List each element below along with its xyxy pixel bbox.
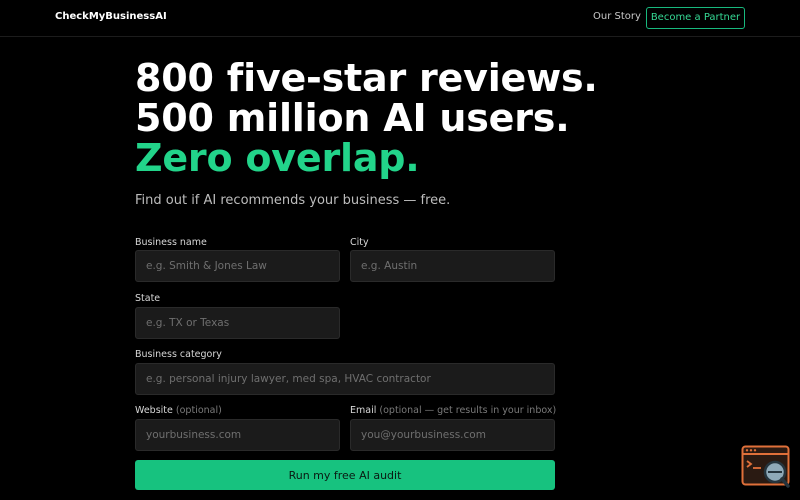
- email-optional-hint: (optional — get results in your inbox): [379, 405, 557, 416]
- category-input[interactable]: [135, 363, 555, 395]
- state-label: State: [135, 293, 161, 304]
- website-optional-hint: (optional): [175, 405, 222, 416]
- become-partner-button[interactable]: Become a Partner: [646, 7, 745, 29]
- email-label-text: Email: [350, 405, 377, 416]
- top-nav-bar: CheckMyBusinessAI Our Story Become a Par…: [0, 0, 800, 37]
- brand-logo[interactable]: CheckMyBusinessAI: [55, 11, 167, 22]
- city-label: City: [350, 237, 369, 248]
- email-label: Email (optional — get results in your in…: [350, 405, 556, 416]
- city-input[interactable]: [350, 250, 555, 282]
- website-label: Website (optional): [135, 405, 222, 416]
- website-input[interactable]: [135, 419, 340, 451]
- state-input[interactable]: [135, 307, 340, 339]
- terminal-search-icon: [741, 445, 790, 488]
- hero-headline: 800 five-star reviews. 500 million AI us…: [135, 58, 755, 178]
- headline-line-2: 500 million AI users.: [135, 96, 570, 140]
- hero-subtitle: Find out if AI recommends your business …: [135, 193, 451, 208]
- floating-widget[interactable]: [741, 445, 791, 489]
- run-audit-button[interactable]: Run my free AI audit: [135, 460, 555, 490]
- business-name-label: Business name: [135, 237, 207, 248]
- headline-line-3: Zero overlap.: [135, 136, 420, 180]
- website-label-text: Website: [135, 405, 173, 416]
- category-label: Business category: [135, 349, 222, 360]
- email-input[interactable]: [350, 419, 555, 451]
- nav-our-story-link[interactable]: Our Story: [593, 11, 641, 22]
- headline-line-1: 800 five-star reviews.: [135, 56, 598, 100]
- business-name-input[interactable]: [135, 250, 340, 282]
